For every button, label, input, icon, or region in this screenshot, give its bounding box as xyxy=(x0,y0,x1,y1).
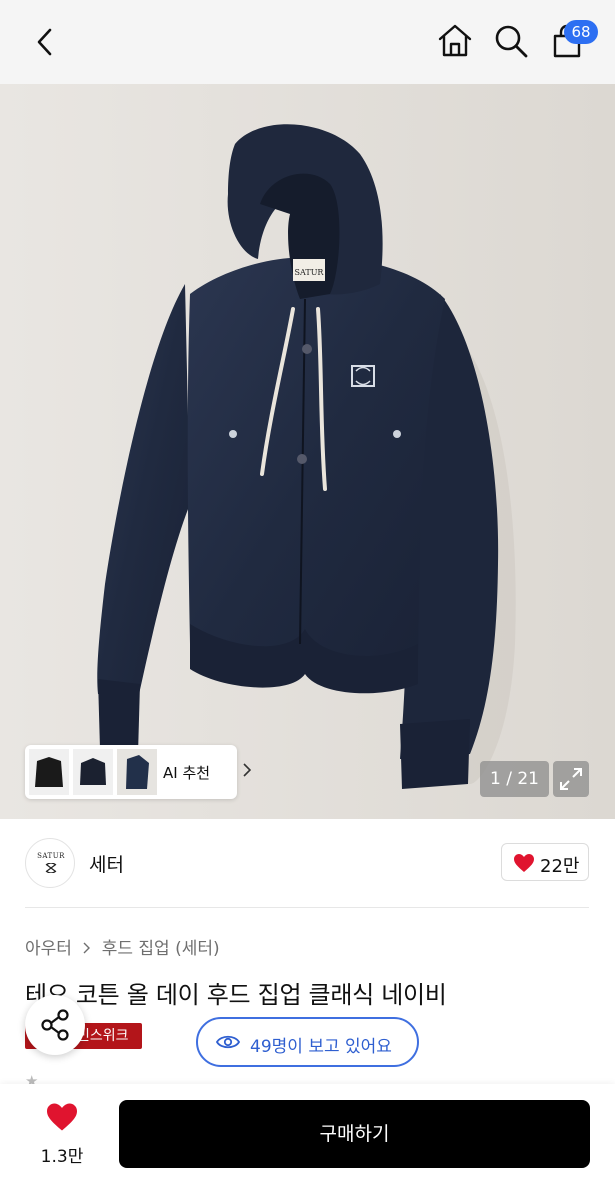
product-title: 테오 코튼 올 데이 후드 집업 클래식 네이비 xyxy=(25,981,447,1009)
rating-peek: ★ xyxy=(25,1072,39,1084)
brand-like-button[interactable]: 22만 xyxy=(501,843,589,881)
cart-count-badge: 68 xyxy=(564,20,598,44)
product-image[interactable]: SATUR xyxy=(0,84,615,819)
ai-recommend-label: AI 추천 xyxy=(163,764,211,782)
wishlist-button[interactable]: 1.3만 xyxy=(28,1102,98,1172)
viewers-text: 49명이 보고 있어요 xyxy=(250,1037,392,1057)
wishlist-count: 1.3만 xyxy=(40,1147,84,1167)
home-icon xyxy=(438,24,472,57)
chevron-right-icon xyxy=(83,939,91,959)
back-icon xyxy=(37,28,52,56)
chevron-right-icon xyxy=(243,763,251,777)
share-icon xyxy=(41,1009,69,1041)
breadcrumb: 아우터 후드 집업 (세터) xyxy=(25,934,220,959)
share-button[interactable] xyxy=(25,995,85,1055)
jacket-label-text: SATUR xyxy=(295,268,325,277)
breadcrumb-item[interactable]: 후드 집업 (세터) xyxy=(102,934,220,959)
recommend-thumbnail[interactable] xyxy=(117,749,157,795)
back-button[interactable] xyxy=(30,24,60,60)
top-navigation-bar: 68 xyxy=(0,0,615,84)
breadcrumb-item[interactable]: 아우터 xyxy=(25,934,72,959)
brand-name[interactable]: 세터 xyxy=(89,850,124,877)
fullscreen-button[interactable] xyxy=(553,761,589,797)
image-counter: 1 / 21 xyxy=(480,761,549,797)
brand-emblem-icon xyxy=(45,863,57,873)
heart-icon xyxy=(47,1103,77,1131)
heart-icon xyxy=(514,854,534,872)
buy-button[interactable]: 구매하기 xyxy=(119,1100,590,1168)
search-icon xyxy=(495,25,528,58)
search-button[interactable] xyxy=(491,20,531,60)
divider xyxy=(25,907,589,908)
ai-recommend-chip[interactable]: AI 추천 xyxy=(25,745,251,799)
brand-logo-text: SATUR xyxy=(37,852,65,860)
expand-icon xyxy=(560,768,582,790)
eye-icon xyxy=(216,1035,240,1049)
recommend-thumbnail[interactable] xyxy=(73,749,113,795)
brand-logo[interactable]: SATUR xyxy=(25,838,75,888)
home-button[interactable] xyxy=(435,20,475,60)
viewers-pill: 49명이 보고 있어요 xyxy=(196,1017,419,1067)
bottom-action-bar: 1.3만 구매하기 xyxy=(0,1084,615,1200)
brand-like-count: 22만 xyxy=(540,856,580,877)
recommend-thumbnail[interactable] xyxy=(29,749,69,795)
navy-hoodie-photo: SATUR xyxy=(0,84,615,819)
